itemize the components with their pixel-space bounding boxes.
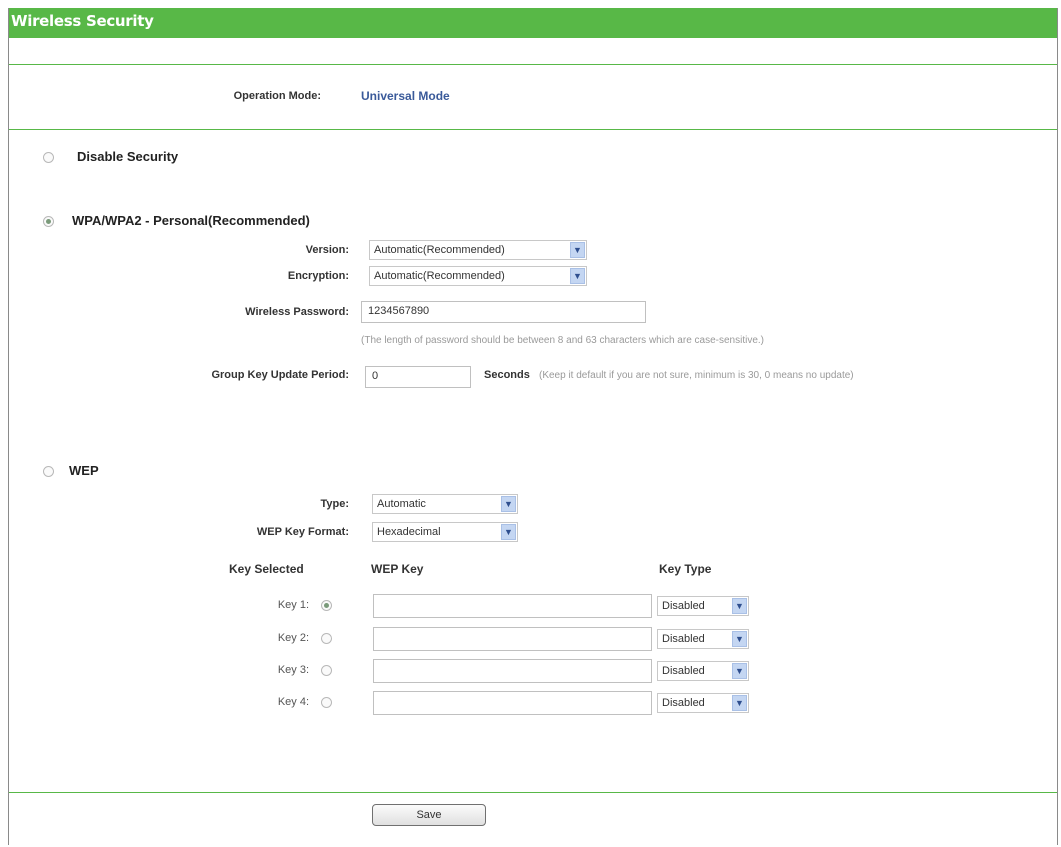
disable-security-label: Disable Security [77, 149, 179, 164]
wpa-personal-label: WPA/WPA2 - Personal(Recommended) [72, 213, 310, 228]
group-key-hint: (Keep it default if you are not sure, mi… [539, 370, 854, 381]
chevron-down-icon: ▼ [732, 695, 747, 711]
col-key-type: Key Type [659, 562, 712, 576]
key-3-input[interactable] [373, 659, 652, 683]
wep-radio[interactable] [43, 466, 54, 477]
group-key-input[interactable]: 0 [365, 366, 471, 388]
chevron-down-icon: ▼ [501, 496, 516, 512]
version-value: Automatic(Recommended) [374, 244, 505, 256]
chevron-down-icon: ▼ [732, 598, 747, 614]
wep-key-format-value: Hexadecimal [377, 526, 441, 538]
key-4-label: Key 4: [277, 696, 309, 708]
wep-label: WEP [69, 463, 99, 478]
chevron-down-icon: ▼ [732, 631, 747, 647]
chevron-down-icon: ▼ [570, 268, 585, 284]
key-4-radio[interactable] [321, 697, 332, 708]
chevron-down-icon: ▼ [732, 663, 747, 679]
page-title: Wireless Security [11, 12, 154, 30]
title-bar: Wireless Security [9, 8, 1057, 38]
divider [9, 792, 1057, 793]
key-1-radio[interactable] [321, 600, 332, 611]
col-wep-key: WEP Key [371, 562, 424, 576]
chevron-down-icon: ▼ [570, 242, 585, 258]
save-button[interactable]: Save [372, 804, 486, 826]
encryption-select[interactable]: Automatic(Recommended) ▼ [369, 266, 587, 286]
key-3-type-value: Disabled [662, 665, 705, 677]
key-2-type-select[interactable]: Disabled ▼ [657, 629, 749, 649]
wep-type-label: Type: [320, 498, 349, 510]
key-4-input[interactable] [373, 691, 652, 715]
group-key-label: Group Key Update Period: [211, 369, 349, 381]
operation-mode-label: Operation Mode: [233, 90, 321, 102]
wep-type-value: Automatic [377, 498, 426, 510]
wpa-personal-radio[interactable] [43, 216, 54, 227]
password-hint: (The length of password should be betwee… [361, 335, 765, 346]
key-3-label: Key 3: [277, 664, 309, 676]
key-1-label: Key 1: [277, 599, 309, 611]
key-1-type-value: Disabled [662, 600, 705, 612]
key-4-type-select[interactable]: Disabled ▼ [657, 693, 749, 713]
version-select[interactable]: Automatic(Recommended) ▼ [369, 240, 587, 260]
key-2-label: Key 2: [277, 632, 309, 644]
divider [9, 64, 1057, 65]
key-4-type-value: Disabled [662, 697, 705, 709]
col-key-selected: Key Selected [229, 562, 304, 576]
key-3-radio[interactable] [321, 665, 332, 676]
key-2-radio[interactable] [321, 633, 332, 644]
version-label: Version: [305, 244, 349, 256]
encryption-value: Automatic(Recommended) [374, 270, 505, 282]
chevron-down-icon: ▼ [501, 524, 516, 540]
encryption-label: Encryption: [287, 270, 349, 282]
key-2-type-value: Disabled [662, 633, 705, 645]
seconds-label: Seconds [484, 369, 530, 381]
key-2-input[interactable] [373, 627, 652, 651]
key-3-type-select[interactable]: Disabled ▼ [657, 661, 749, 681]
wireless-password-label: Wireless Password: [245, 306, 349, 318]
key-1-input[interactable] [373, 594, 652, 618]
wireless-security-panel: Wireless Security Operation Mode: Univer… [8, 8, 1058, 845]
wep-type-select[interactable]: Automatic ▼ [372, 494, 518, 514]
wep-key-format-label: WEP Key Format: [256, 526, 349, 538]
key-1-type-select[interactable]: Disabled ▼ [657, 596, 749, 616]
operation-mode-value: Universal Mode [361, 89, 450, 103]
divider [9, 129, 1057, 130]
disable-security-radio[interactable] [43, 152, 54, 163]
wep-key-format-select[interactable]: Hexadecimal ▼ [372, 522, 518, 542]
wireless-password-input[interactable]: 1234567890 [361, 301, 646, 323]
